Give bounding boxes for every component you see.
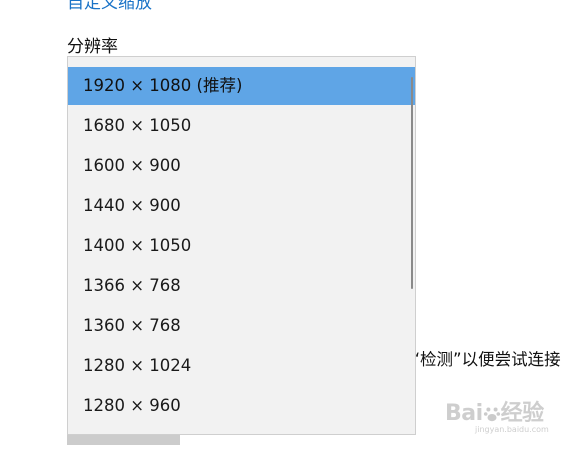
baidu-watermark: Bai 经验 jingyan.baidu.com [445,395,549,434]
detect-hint-text: 择“检测”以便尝试连接 [395,350,561,369]
resolution-option-1366x768[interactable]: 1366 × 768 [68,267,415,305]
resolution-option-1600x900[interactable]: 1600 × 900 [68,147,415,185]
watermark-url: jingyan.baidu.com [475,425,549,434]
resolution-option-1360x768[interactable]: 1360 × 768 [68,307,415,345]
resolution-option-1680x1050[interactable]: 1680 × 1050 [68,107,415,145]
resolution-option-1440x900[interactable]: 1440 × 900 [68,187,415,225]
resolution-dropdown-list[interactable]: 1920 × 1080 (推荐) 1680 × 1050 1600 × 900 … [67,56,416,435]
resolution-option-1280x960[interactable]: 1280 × 960 [68,387,415,425]
watermark-logo-text: Bai [445,401,483,426]
resolution-option-1280x1024[interactable]: 1280 × 1024 [68,347,415,385]
detect-button[interactable] [67,435,180,445]
watermark-logo-text-2: 经验 [500,401,545,426]
dropdown-scrollbar[interactable] [411,77,413,289]
paw-icon [483,407,500,422]
resolution-label: 分辨率 [67,37,118,57]
resolution-option-1920x1080[interactable]: 1920 × 1080 (推荐) [68,67,415,105]
custom-scaling-link[interactable]: 自定义缩放 [67,0,152,13]
resolution-option-1400x1050[interactable]: 1400 × 1050 [68,227,415,265]
